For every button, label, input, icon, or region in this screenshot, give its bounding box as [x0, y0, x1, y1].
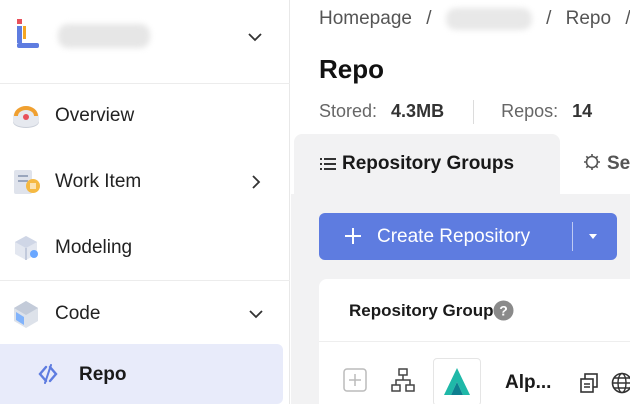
- breadcrumb-current: Repo: [565, 8, 612, 29]
- stored-label: Stored:: [319, 100, 378, 121]
- tab-bar: Repository Groups Se: [291, 134, 630, 194]
- group-logo-icon: [444, 368, 470, 395]
- gear-icon: [584, 154, 600, 170]
- dashboard-gauge-icon: [13, 106, 39, 128]
- repository-groups-card: Repository Groups ? Alp...: [319, 279, 630, 404]
- list-icon: [320, 158, 336, 170]
- code-box-icon: [14, 301, 38, 328]
- sidebar: ··· Overview Work Item: [0, 0, 290, 404]
- tab-label: Repository Groups: [342, 153, 515, 174]
- sidebar-item-label: Modeling: [55, 237, 133, 258]
- add-square-icon[interactable]: [343, 368, 367, 392]
- app-logo-icon: [17, 19, 39, 48]
- repo-link-icon: [38, 364, 58, 384]
- card-title: Repository Groups: [349, 301, 503, 320]
- sidebar-divider: [0, 280, 290, 281]
- create-repository-label: Create Repository: [377, 226, 531, 247]
- create-repository-button[interactable]: Create Repository: [319, 213, 617, 260]
- breadcrumb: Homepage / ··· / Repo /: [319, 8, 630, 30]
- help-icon[interactable]: ?: [493, 300, 514, 321]
- project-name: ···: [58, 24, 150, 48]
- caret-down-icon[interactable]: [587, 231, 599, 243]
- group-name[interactable]: Alp...: [505, 372, 551, 394]
- sidebar-item-modeling[interactable]: Modeling: [0, 217, 290, 279]
- repo-stats: Stored: 4.3MB Repos: 14: [319, 100, 592, 124]
- plus-icon: [345, 228, 361, 244]
- sidebar-item-code[interactable]: Code: [0, 283, 290, 345]
- tab-repository-groups[interactable]: Repository Groups: [294, 134, 560, 194]
- sidebar-item-repo[interactable]: Repo: [0, 344, 283, 404]
- chevron-down-icon[interactable]: [246, 28, 264, 46]
- stats-divider: [473, 100, 475, 124]
- sidebar-item-label: Code: [55, 303, 101, 324]
- hierarchy-icon[interactable]: [391, 368, 415, 392]
- chevron-right-icon: [252, 175, 261, 189]
- breadcrumb-home-link[interactable]: Homepage: [319, 8, 412, 30]
- breadcrumb-separator: /: [625, 8, 630, 30]
- breadcrumb-project-link[interactable]: ···: [445, 8, 532, 30]
- card-divider: [319, 341, 630, 342]
- sidebar-item-label: Repo: [79, 364, 127, 385]
- chevron-down-icon: [249, 310, 263, 319]
- copy-icon[interactable]: [579, 373, 599, 393]
- group-avatar: [433, 358, 481, 404]
- stored-value: 4.3MB: [391, 100, 445, 121]
- tab-label: Se: [607, 153, 630, 174]
- repos-label: Repos:: [501, 100, 559, 121]
- button-divider: [572, 222, 573, 251]
- page-title: Repo: [319, 54, 384, 84]
- breadcrumb-separator: /: [426, 8, 432, 29]
- tab-settings[interactable]: Se: [583, 134, 630, 194]
- sidebar-item-label: Overview: [55, 105, 135, 126]
- sidebar-item-overview[interactable]: Overview: [0, 85, 290, 147]
- project-selector[interactable]: ···: [0, 0, 290, 84]
- work-item-icon: [14, 170, 40, 194]
- sidebar-item-work-item[interactable]: Work Item: [0, 151, 290, 213]
- main-content: Homepage / ··· / Repo / Repo Stored: 4.3M…: [291, 0, 630, 404]
- svg-text:?: ?: [499, 303, 508, 319]
- repos-value: 14: [572, 100, 593, 121]
- breadcrumb-separator: /: [546, 8, 552, 29]
- sidebar-item-label: Work Item: [55, 171, 142, 192]
- globe-icon: [611, 372, 630, 394]
- modeling-cube-icon: [15, 236, 38, 260]
- page-header: Homepage / ··· / Repo / Repo Stored: 4.3M…: [291, 0, 630, 134]
